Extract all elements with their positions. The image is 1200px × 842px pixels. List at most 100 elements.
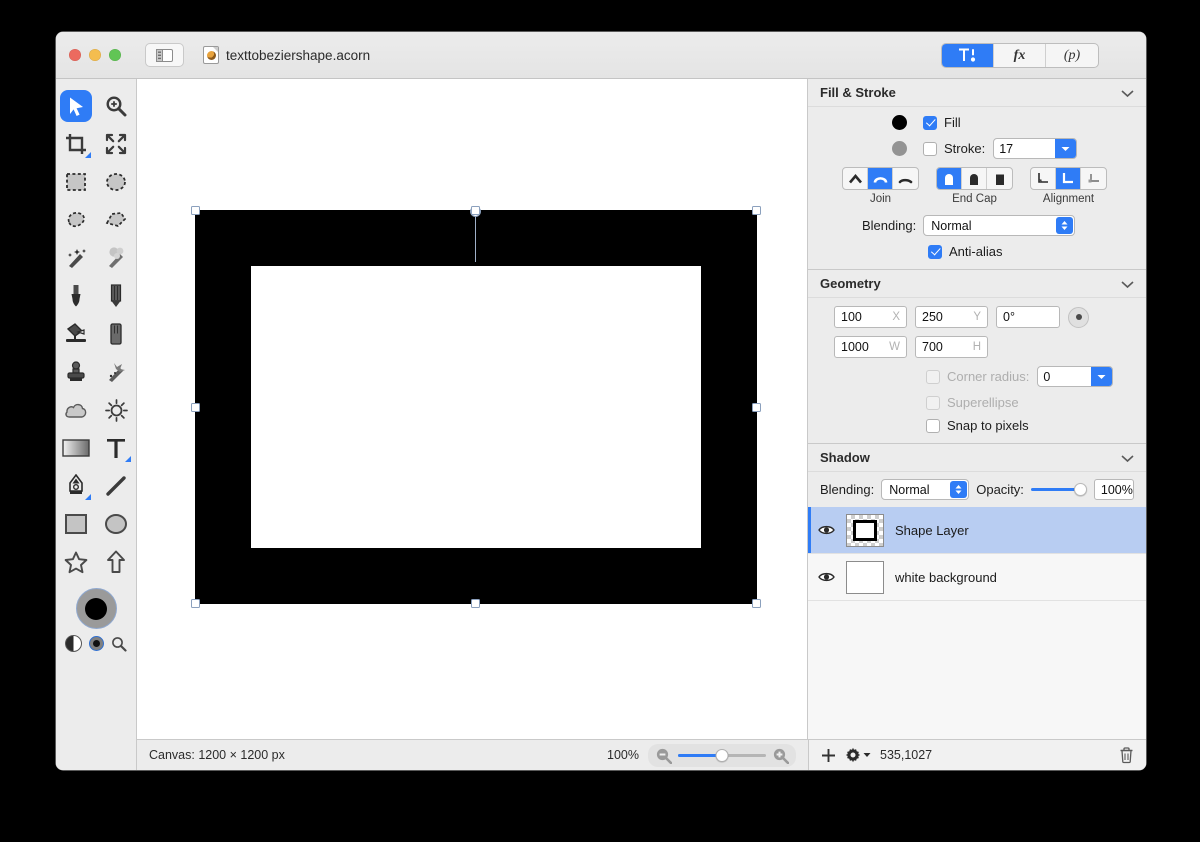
- selection-handle-middle-right[interactable]: [752, 403, 761, 412]
- transform-tool[interactable]: [96, 125, 136, 163]
- eyedropper-icon[interactable]: [111, 636, 127, 652]
- x-input[interactable]: [835, 310, 889, 324]
- foreground-color-well[interactable]: [75, 588, 117, 629]
- zoom-slider-knob[interactable]: [715, 748, 729, 762]
- ellipse-shape-tool[interactable]: [96, 505, 136, 543]
- canvas-area[interactable]: [137, 79, 808, 770]
- blending-popup-arrows[interactable]: [1056, 217, 1074, 234]
- superellipse-checkbox[interactable]: [926, 395, 940, 410]
- snap-to-pixels-checkbox[interactable]: [926, 418, 940, 433]
- swap-colors-icon[interactable]: [65, 635, 82, 652]
- shadow-opacity-slider-knob[interactable]: [1073, 483, 1087, 496]
- zoom-in-icon[interactable]: [772, 747, 789, 764]
- brush-tool[interactable]: [56, 277, 96, 315]
- dodge-tool[interactable]: [56, 391, 96, 429]
- ellipse-select-tool[interactable]: [96, 163, 136, 201]
- round-cap-button[interactable]: [962, 168, 987, 189]
- eye-icon[interactable]: [818, 571, 835, 583]
- clone-stamp-tool[interactable]: [56, 353, 96, 391]
- plus-icon[interactable]: [821, 748, 836, 763]
- round-join-button[interactable]: [868, 168, 893, 189]
- square-cap-button[interactable]: [987, 168, 1012, 189]
- selection-handle-top-right[interactable]: [752, 206, 761, 215]
- active-color-indicator[interactable]: [89, 636, 104, 651]
- corner-radius-stepper[interactable]: [1037, 366, 1114, 387]
- shadow-blending-popup[interactable]: Normal: [881, 479, 970, 500]
- gradient-tool[interactable]: [56, 429, 96, 467]
- bezier-pen-tool[interactable]: [56, 467, 96, 505]
- rotation-input[interactable]: [997, 310, 1049, 324]
- zoom-tool[interactable]: [96, 87, 136, 125]
- layer-actions-menu[interactable]: [845, 747, 871, 763]
- stroke-color-swatch[interactable]: [892, 141, 907, 156]
- fill-stroke-section-header[interactable]: Fill & Stroke: [808, 79, 1146, 107]
- blending-popup[interactable]: Normal: [923, 215, 1076, 236]
- lasso-select-tool[interactable]: [56, 201, 96, 239]
- stroke-checkbox[interactable]: [923, 141, 937, 156]
- height-field[interactable]: H: [915, 336, 988, 358]
- layer-row-shape-layer[interactable]: Shape Layer: [808, 507, 1146, 554]
- trash-icon[interactable]: [1119, 746, 1134, 764]
- corner-radius-dropdown-button[interactable]: [1091, 367, 1113, 386]
- stroke-width-input[interactable]: [994, 139, 1056, 158]
- smudge-tool[interactable]: [96, 353, 136, 391]
- shadow-opacity-value[interactable]: 100%: [1093, 479, 1134, 500]
- magic-wand-tool[interactable]: [56, 239, 96, 277]
- eraser-tool[interactable]: [96, 315, 136, 353]
- rectangle-select-tool[interactable]: [56, 163, 96, 201]
- magic-wand-soft-tool[interactable]: [96, 239, 136, 277]
- fill-checkbox[interactable]: [923, 115, 937, 130]
- zoom-button[interactable]: [109, 49, 121, 61]
- gear-icon[interactable]: [845, 747, 861, 763]
- width-input[interactable]: [835, 340, 889, 354]
- align-center-button[interactable]: [1056, 168, 1081, 189]
- crop-tool-submenu-indicator[interactable]: [85, 152, 91, 158]
- fill-color-swatch[interactable]: [892, 115, 907, 130]
- chevron-down-icon[interactable]: [863, 752, 871, 758]
- bezier-pen-submenu-indicator[interactable]: [85, 494, 91, 500]
- rectangle-shape-tool[interactable]: [56, 505, 96, 543]
- selection-handle-top-center[interactable]: [471, 206, 480, 215]
- align-inside-button[interactable]: [1031, 168, 1056, 189]
- presets-tab[interactable]: (p): [1046, 44, 1098, 67]
- geometry-section-header[interactable]: Geometry: [808, 270, 1146, 298]
- move-tool[interactable]: [56, 87, 96, 125]
- zoom-slider[interactable]: [678, 748, 766, 762]
- corner-radius-input[interactable]: [1038, 367, 1092, 386]
- height-input[interactable]: [916, 340, 970, 354]
- close-button[interactable]: [69, 49, 81, 61]
- chevron-down-icon[interactable]: [1121, 276, 1134, 291]
- shadow-section-header[interactable]: Shadow: [808, 444, 1146, 472]
- x-field[interactable]: X: [834, 306, 907, 328]
- align-outside-button[interactable]: [1081, 168, 1106, 189]
- paint-bucket-tool[interactable]: [56, 315, 96, 353]
- tools-inspector-tab[interactable]: [942, 44, 994, 67]
- y-input[interactable]: [916, 310, 970, 324]
- width-field[interactable]: W: [834, 336, 907, 358]
- selection-handle-bottom-center[interactable]: [471, 599, 480, 608]
- arrow-shape-tool[interactable]: [96, 543, 136, 581]
- text-tool[interactable]: [96, 429, 136, 467]
- shape-layer-object[interactable]: [195, 210, 757, 604]
- filters-tab[interactable]: fx: [994, 44, 1046, 67]
- butt-cap-button[interactable]: [937, 168, 962, 189]
- document-title[interactable]: texttobeziershape.acorn: [203, 46, 370, 64]
- selection-handle-top-left[interactable]: [191, 206, 200, 215]
- selection-handle-bottom-right[interactable]: [752, 599, 761, 608]
- zoom-out-icon[interactable]: [655, 747, 672, 764]
- shadow-opacity-slider[interactable]: [1030, 483, 1087, 497]
- polygon-select-tool[interactable]: [96, 201, 136, 239]
- stroke-width-stepper[interactable]: [993, 138, 1078, 159]
- layer-row-white-background[interactable]: white background: [808, 554, 1146, 601]
- burn-tool[interactable]: [96, 391, 136, 429]
- stroke-width-dropdown-button[interactable]: [1055, 139, 1077, 158]
- anti-alias-checkbox[interactable]: [928, 244, 942, 259]
- selection-handle-middle-left[interactable]: [191, 403, 200, 412]
- y-field[interactable]: Y: [915, 306, 988, 328]
- chevron-down-icon[interactable]: [1121, 85, 1134, 100]
- star-shape-tool[interactable]: [56, 543, 96, 581]
- shadow-blending-popup-arrows[interactable]: [950, 481, 968, 498]
- rotation-field[interactable]: [996, 306, 1060, 328]
- miter-join-button[interactable]: [843, 168, 868, 189]
- line-tool[interactable]: [96, 467, 136, 505]
